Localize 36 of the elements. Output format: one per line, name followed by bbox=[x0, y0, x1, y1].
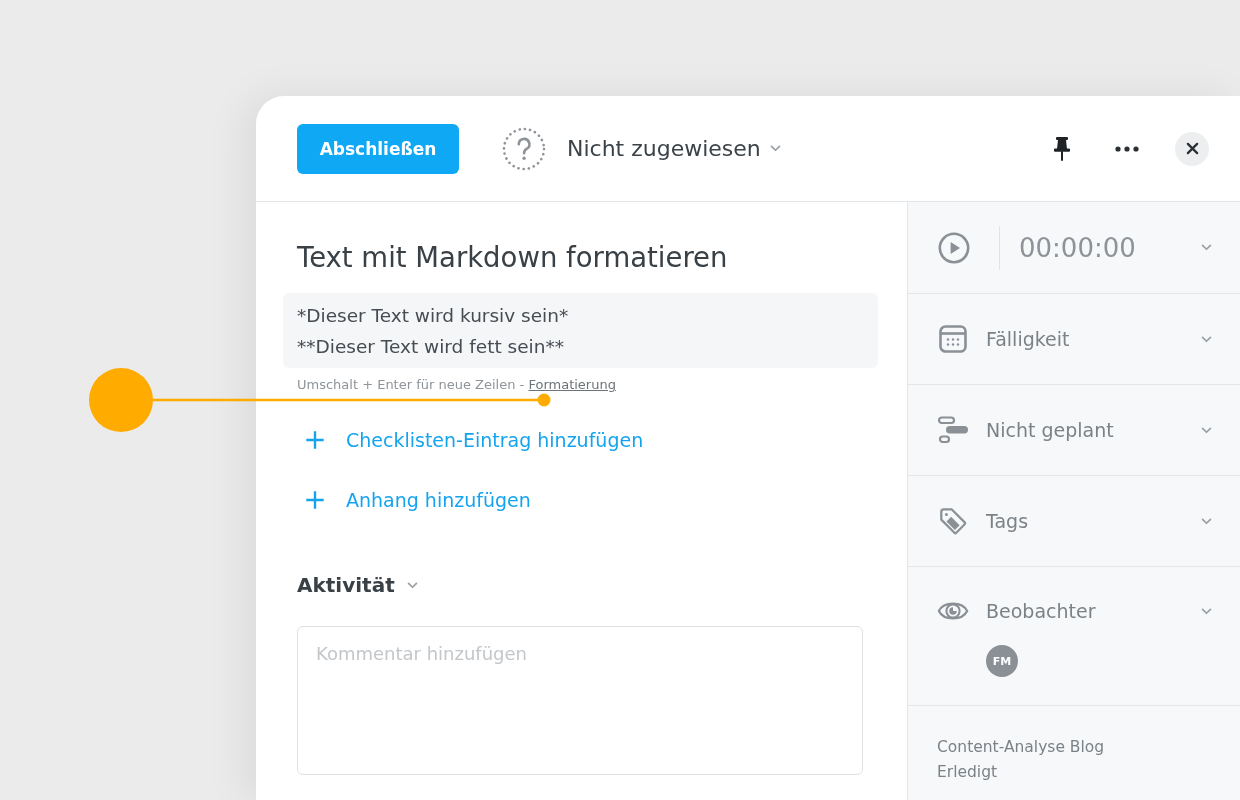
activity-toggle[interactable]: Aktivität bbox=[297, 572, 418, 598]
chevron-down-icon[interactable] bbox=[769, 145, 781, 152]
chevron-down-icon[interactable] bbox=[406, 581, 418, 589]
timeline-bars-icon[interactable] bbox=[937, 415, 969, 445]
user-avatar[interactable]: FM bbox=[986, 645, 1018, 677]
close-button[interactable] bbox=[1175, 131, 1209, 166]
section-label[interactable]: Beobachter bbox=[986, 600, 1096, 622]
pin-icon[interactable] bbox=[1052, 135, 1072, 162]
linked-task-title[interactable]: Content-Analyse Blog bbox=[937, 735, 1105, 760]
chevron-down-icon[interactable] bbox=[1201, 517, 1212, 525]
section-label[interactable]: Fälligkeit bbox=[986, 328, 1070, 350]
comment-field[interactable]: Kommentar hinzufügen bbox=[297, 626, 863, 775]
add-link[interactable]: Checklisten-Eintrag hinzufügen bbox=[297, 418, 644, 462]
formatting-link[interactable]: Formatierung bbox=[528, 377, 616, 392]
play-icon[interactable] bbox=[938, 231, 970, 264]
question-mark-icon[interactable] bbox=[502, 126, 546, 171]
task-title[interactable]: Text mit Markdown formatieren bbox=[297, 241, 879, 273]
tag-icon[interactable] bbox=[937, 506, 969, 536]
description-field[interactable]: *Dieser Text wird kursiv sein* **Dieser Text wird fett sein** bbox=[283, 293, 878, 368]
add-link[interactable]: Anhang hinzufügen bbox=[297, 478, 531, 522]
section-label[interactable]: Nicht geplant bbox=[986, 419, 1114, 441]
assignee-dropdown[interactable]: Nicht zugewiesen bbox=[567, 136, 781, 161]
complete-button[interactable]: Abschließen bbox=[297, 123, 459, 174]
hint-text: Umschalt + Enter für neue Zeilen - Formatierung bbox=[297, 377, 616, 393]
timer-display: 00:00:00 bbox=[1019, 232, 1136, 263]
section-label[interactable]: Tags bbox=[986, 510, 1029, 532]
chevron-down-icon[interactable] bbox=[1201, 335, 1212, 343]
chevron-down-icon[interactable] bbox=[1201, 426, 1212, 434]
calendar-icon[interactable] bbox=[937, 324, 969, 354]
plus-icon[interactable] bbox=[306, 431, 324, 449]
chevron-down-icon[interactable] bbox=[1201, 607, 1212, 615]
chevron-down-icon[interactable] bbox=[1201, 244, 1212, 251]
plus-icon[interactable] bbox=[306, 491, 324, 509]
more-options-icon[interactable] bbox=[1115, 145, 1139, 152]
linked-task-status: Erledigt bbox=[937, 762, 998, 783]
close-icon[interactable] bbox=[1185, 142, 1199, 155]
